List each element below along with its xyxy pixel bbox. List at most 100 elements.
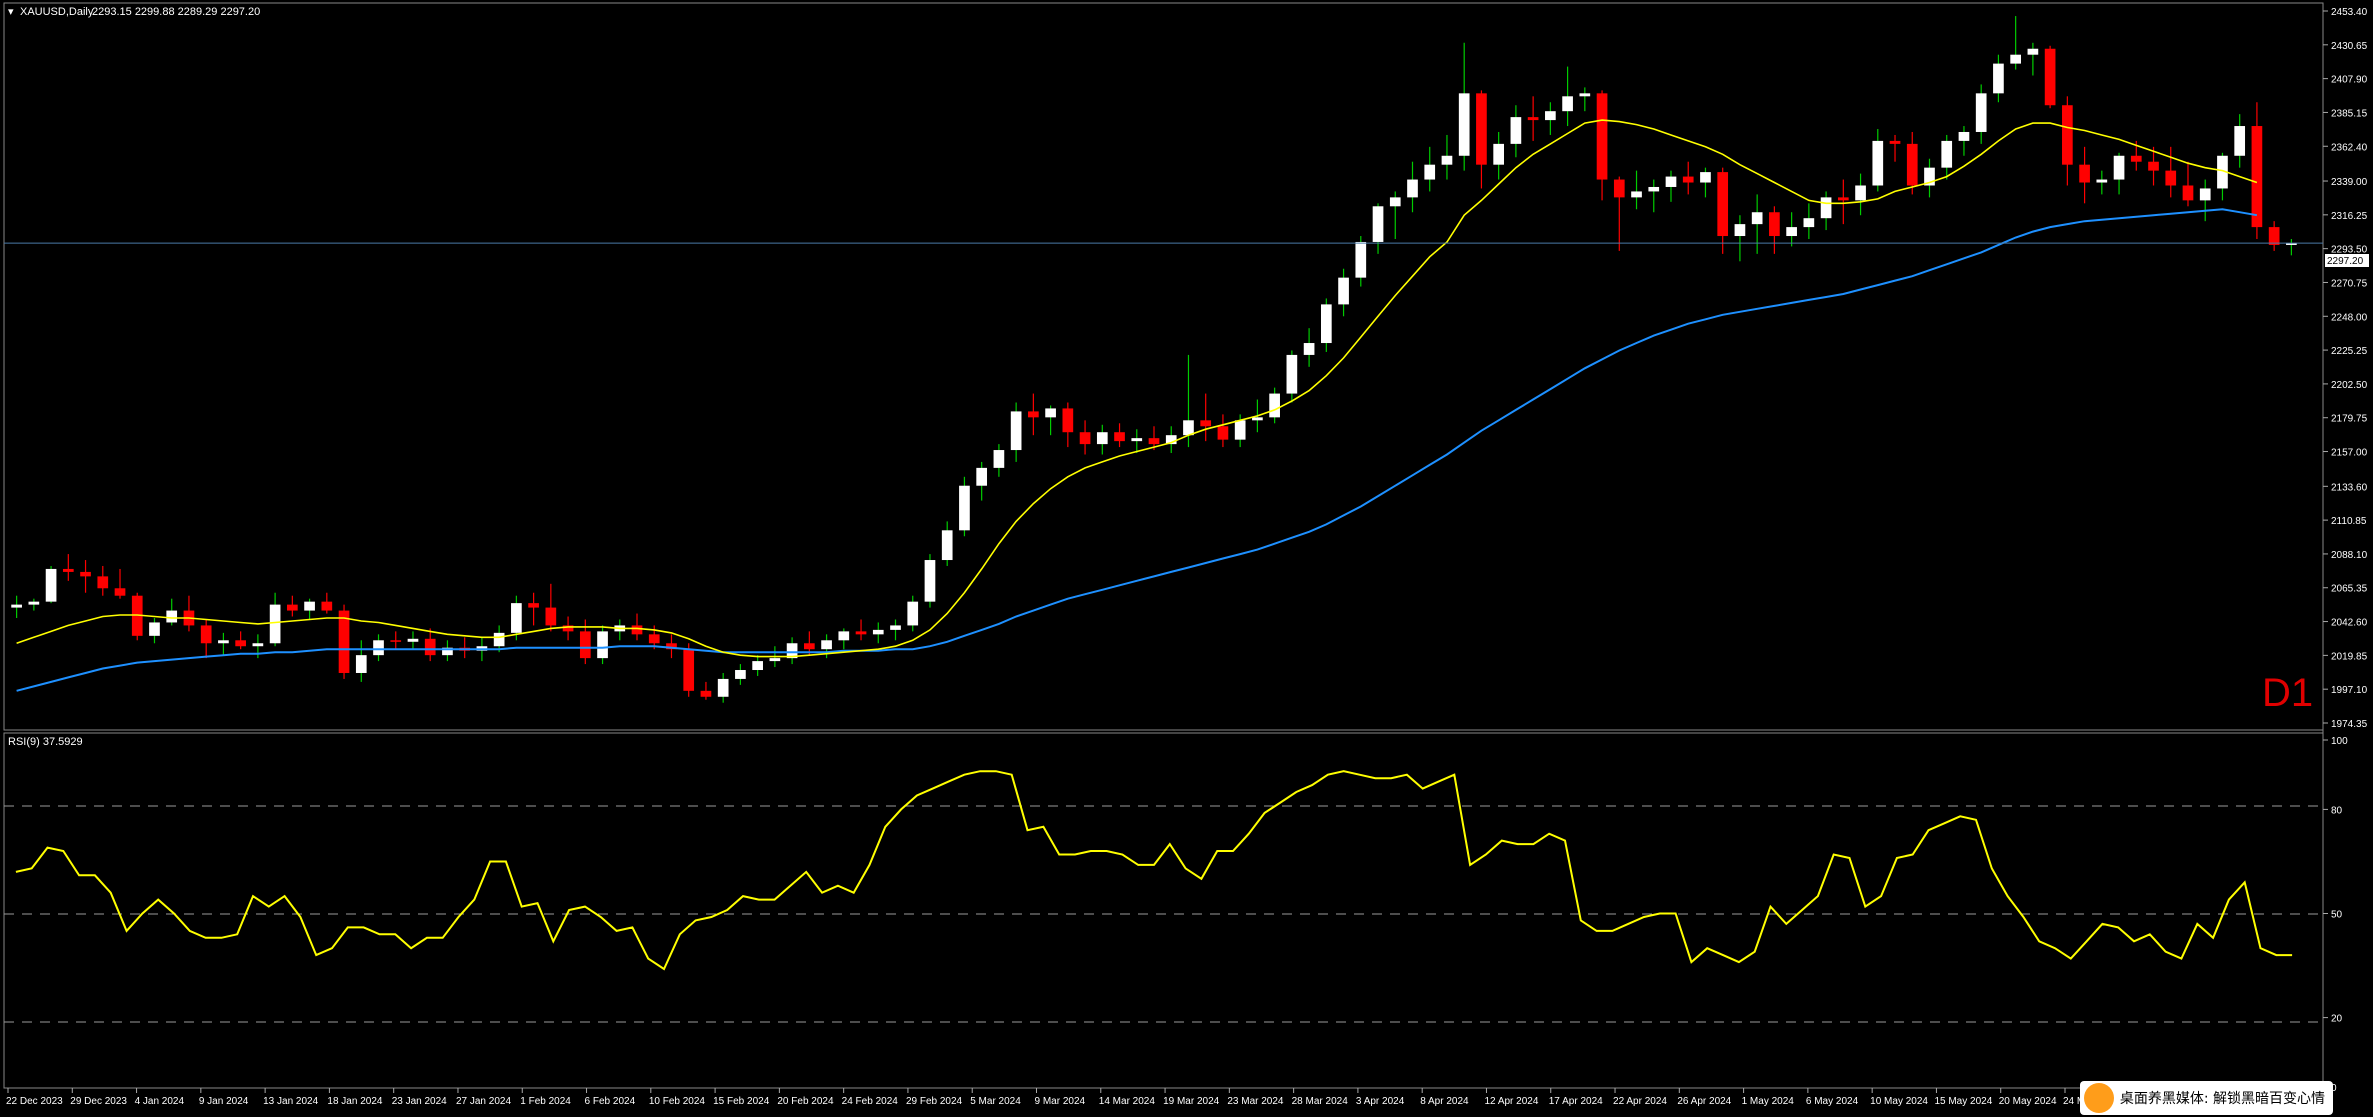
candle-body [1993,63,2004,94]
price-tick-label: 2065.35 [2331,584,2368,595]
price-tick-label: 2270.75 [2331,278,2368,289]
time-tick-label: 5 Mar 2024 [970,1096,1021,1107]
ma-fast-line [16,119,2258,658]
time-tick-label: 1 May 2024 [1742,1096,1795,1107]
time-tick-label: 1 Feb 2024 [520,1096,571,1107]
time-tick-label: 15 May 2024 [1934,1096,1992,1107]
candle-body [200,625,212,644]
candle-body [1700,172,1711,183]
candle-body [1355,241,1367,278]
candle-body [1096,432,1108,445]
candle-body [821,640,832,650]
candle-body [1010,411,1022,451]
rsi-tick-label: 100 [2331,736,2348,747]
price-tick-label: 2385.15 [2331,108,2368,119]
time-tick-label: 12 Apr 2024 [1484,1096,1538,1107]
candle-body [1596,93,1608,180]
candle-body [45,568,57,602]
candle-body [1028,411,1039,418]
candle-body [1183,420,1194,436]
candle-body [959,485,970,531]
price-tick-label: 2179.75 [2331,414,2368,425]
candle-body [2044,48,2056,106]
time-tick-label: 15 Feb 2024 [713,1096,770,1107]
candle-body [700,690,712,697]
candle-body [2286,243,2297,245]
time-tick-label: 29 Dec 2023 [70,1096,127,1107]
candle-body [752,661,763,671]
candle-body [373,640,384,656]
candle-body [338,610,350,673]
candle-body [2027,48,2039,55]
symbol-dropdown-icon[interactable]: ▾ [8,6,14,18]
price-tick-label: 2110.85 [2331,516,2367,527]
candle-body [1562,96,1573,112]
candle-body [2113,155,2125,180]
time-axis-ticks: 22 Dec 2023 29 Dec 2023 4 Jan 2024 9 Jan 20… [6,1088,2121,1107]
candle-body [1803,218,1815,228]
candle-body [2010,54,2021,64]
candle-body [890,625,901,630]
time-tick-label: 20 Feb 2024 [777,1096,834,1107]
candle-body [114,588,126,596]
candle-body [80,571,91,577]
candle-body [976,467,988,486]
price-tick-label: 2453.40 [2331,7,2368,18]
candle-body [1217,426,1229,440]
candle-body [28,601,40,605]
candle-body [1458,93,1470,156]
candle-body [1148,438,1160,445]
candle-body [2096,179,2108,183]
candle-body [390,640,402,642]
candle-body [97,576,109,589]
time-tick-label: 26 Apr 2024 [1677,1096,1731,1107]
candle-body [1906,143,1918,186]
candles-group [11,16,2297,703]
candle-body [1062,408,1074,433]
price-tick-label: 2225.25 [2331,346,2368,357]
candle-body [1389,197,1401,207]
time-tick-label: 6 May 2024 [1806,1096,1859,1107]
candle-body [304,601,315,611]
candle-body [2182,185,2194,201]
candle-body [1941,140,1953,168]
candle-body [2130,155,2142,162]
candle-body [1320,304,1332,344]
candle-body [1527,117,1539,121]
time-tick-label: 28 Mar 2024 [1292,1096,1349,1107]
watermark-banner: 桌面养黑媒体: 解锁黑暗百变心情 [2079,1081,2333,1115]
candle-body [1889,140,1901,144]
moving-averages-group [16,119,2258,692]
candle-body [597,631,608,659]
candle-body [2199,188,2211,201]
candle-body [631,625,643,635]
rsi-tick-label: 50 [2331,910,2343,921]
candle-body [907,601,919,626]
candle-body [1579,93,1591,97]
rsi-pane-frame [3,732,2324,1089]
candle-body [287,604,298,611]
price-tick-label: 2088.10 [2331,550,2368,561]
price-tick-label: 2133.60 [2331,482,2368,493]
time-tick-label: 17 Apr 2024 [1549,1096,1603,1107]
candle-body [1545,111,1556,121]
time-tick-label: 19 Mar 2024 [1163,1096,1220,1107]
candle-body [1855,185,1866,201]
candle-body [166,610,178,623]
candle-body [579,631,591,659]
time-tick-label: 14 Mar 2024 [1099,1096,1156,1107]
candle-body [1476,93,1487,165]
time-tick-label: 4 Jan 2024 [135,1096,185,1107]
time-tick-label: 13 Jan 2024 [263,1096,318,1107]
candle-body [717,678,729,697]
candle-body [252,643,264,647]
price-tick-label: 2019.85 [2331,651,2368,662]
candle-body [1424,164,1436,180]
time-tick-label: 27 Jan 2024 [456,1096,511,1107]
candle-body [1407,179,1418,198]
time-tick-label: 18 Jan 2024 [327,1096,382,1107]
rsi-tick-label: 80 [2331,805,2343,816]
candle-body [2165,170,2177,186]
price-tick-label: 2316.25 [2331,211,2368,222]
candle-body [1131,438,1143,442]
